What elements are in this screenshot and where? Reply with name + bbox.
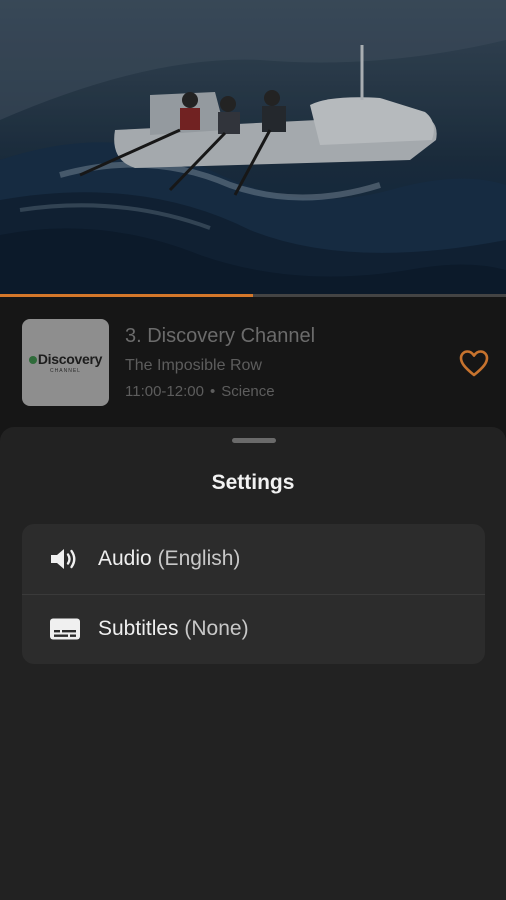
show-title: The Imposible Row <box>125 357 262 374</box>
channel-logo-subtext: CHANNEL <box>50 368 81 374</box>
video-dim-overlay <box>0 0 506 297</box>
settings-title: Settings <box>211 471 295 494</box>
settings-sheet: Settings Audio (English) Subtitles (None… <box>0 427 506 900</box>
time-range: 11:00-12:00 <box>125 383 204 400</box>
heart-outline-icon <box>459 350 489 377</box>
subtitles-option-label: Subtitles (None) <box>98 617 249 640</box>
settings-options-list: Audio (English) Subtitles (None) <box>22 524 485 664</box>
genre: Science <box>221 383 275 400</box>
subtitles-option[interactable]: Subtitles (None) <box>22 594 485 664</box>
audio-option[interactable]: Audio (English) <box>22 524 485 595</box>
program-info: Discovery CHANNEL 3. Discovery Channel T… <box>0 297 506 427</box>
channel-logo-text: Discovery <box>28 351 102 367</box>
program-meta: 11:00-12:00 • Science <box>125 383 275 400</box>
video-player[interactable] <box>0 0 506 297</box>
channel-logo: Discovery CHANNEL <box>22 319 109 406</box>
sheet-drag-handle[interactable] <box>232 438 276 443</box>
channel-title: 3. Discovery Channel <box>125 325 316 347</box>
favorite-button[interactable] <box>458 348 490 378</box>
subtitles-icon <box>49 615 81 643</box>
meta-separator: • <box>209 383 216 400</box>
audio-option-label: Audio (English) <box>98 547 241 570</box>
speaker-icon <box>49 545 81 573</box>
